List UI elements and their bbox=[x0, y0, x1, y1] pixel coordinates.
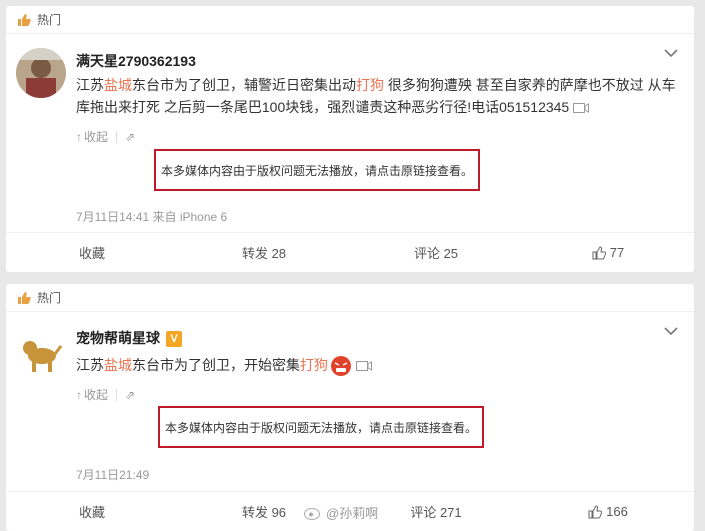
hot-header: 热门 bbox=[6, 284, 694, 312]
like-icon bbox=[588, 504, 603, 518]
collapse-up-icon[interactable]: ↑ bbox=[76, 388, 82, 402]
thumbs-up-icon bbox=[16, 290, 32, 306]
username[interactable]: 满天星2790362193 bbox=[76, 51, 196, 71]
action-bar: 收藏 转发 28 评论 25 77 bbox=[6, 232, 694, 272]
open-link-icon[interactable]: ⇗ bbox=[125, 388, 135, 402]
weibo-watermark: @孙莉啊 bbox=[304, 503, 378, 522]
collapse-button[interactable]: 收起 bbox=[84, 386, 108, 403]
post-text: 江苏盐城东台市为了创卫，开始密集打狗 bbox=[76, 354, 676, 377]
video-icon[interactable] bbox=[573, 102, 590, 114]
timestamp[interactable]: 7月11日14:41 来自 iPhone 6 bbox=[76, 208, 227, 225]
video-icon[interactable] bbox=[356, 360, 372, 372]
location-link[interactable]: 盐城 bbox=[104, 357, 132, 373]
angry-emoji-icon bbox=[331, 356, 351, 377]
copyright-notice[interactable]: 本多媒体内容由于版权问题无法播放，请点击原链接查看。 bbox=[158, 406, 484, 448]
weibo-post-card-1: 热门 满天星2790362193 江苏盐城东台市为了创卫，辅警近日密集出动打狗 … bbox=[6, 6, 694, 272]
favorite-button[interactable]: 收藏 bbox=[6, 233, 178, 272]
like-button[interactable]: 77 bbox=[522, 233, 694, 272]
hashtag-link[interactable]: 打狗 bbox=[300, 357, 328, 373]
hot-label: 热门 bbox=[37, 291, 62, 305]
chevron-down-icon[interactable] bbox=[664, 326, 678, 336]
post-text: 江苏盐城东台市为了创卫，辅警近日密集出动打狗 很多狗狗遭殃 甚至自家养的萨摩也不… bbox=[76, 77, 676, 115]
repost-button[interactable]: 转发 28 bbox=[178, 233, 350, 272]
thumbs-up-icon bbox=[16, 12, 32, 28]
copyright-notice[interactable]: 本多媒体内容由于版权问题无法播放，请点击原链接查看。 bbox=[154, 149, 480, 191]
avatar[interactable] bbox=[16, 328, 66, 378]
like-icon bbox=[592, 245, 606, 259]
like-button[interactable]: 166 bbox=[522, 492, 694, 531]
timestamp[interactable]: 7月11日21:49 bbox=[76, 466, 149, 483]
collapse-button[interactable]: 收起 bbox=[84, 128, 108, 145]
hashtag-link[interactable]: 打狗 bbox=[356, 77, 384, 93]
weibo-logo-icon bbox=[304, 507, 320, 520]
post-tools: ↑ 收起 ⇗ bbox=[76, 128, 135, 145]
collapse-up-icon[interactable]: ↑ bbox=[76, 130, 82, 144]
avatar[interactable] bbox=[16, 48, 66, 98]
location-link[interactable]: 盐城 bbox=[104, 77, 132, 93]
favorite-button[interactable]: 收藏 bbox=[6, 492, 178, 531]
open-link-icon[interactable]: ⇗ bbox=[125, 130, 135, 144]
username[interactable]: 宠物帮萌星球 V bbox=[76, 328, 182, 348]
comment-button[interactable]: 评论 25 bbox=[350, 233, 522, 272]
verified-badge: V bbox=[166, 331, 182, 348]
hot-header: 热门 bbox=[6, 6, 694, 34]
hot-label: 热门 bbox=[37, 13, 62, 27]
chevron-down-icon[interactable] bbox=[664, 48, 678, 58]
post-tools: ↑ 收起 ⇗ bbox=[76, 386, 135, 403]
weibo-post-card-2: 热门 宠物帮萌星球 V 江苏盐城东台市为了创卫，开始密集打狗 ↑ 收起 ⇗ 本多媒… bbox=[6, 284, 694, 531]
